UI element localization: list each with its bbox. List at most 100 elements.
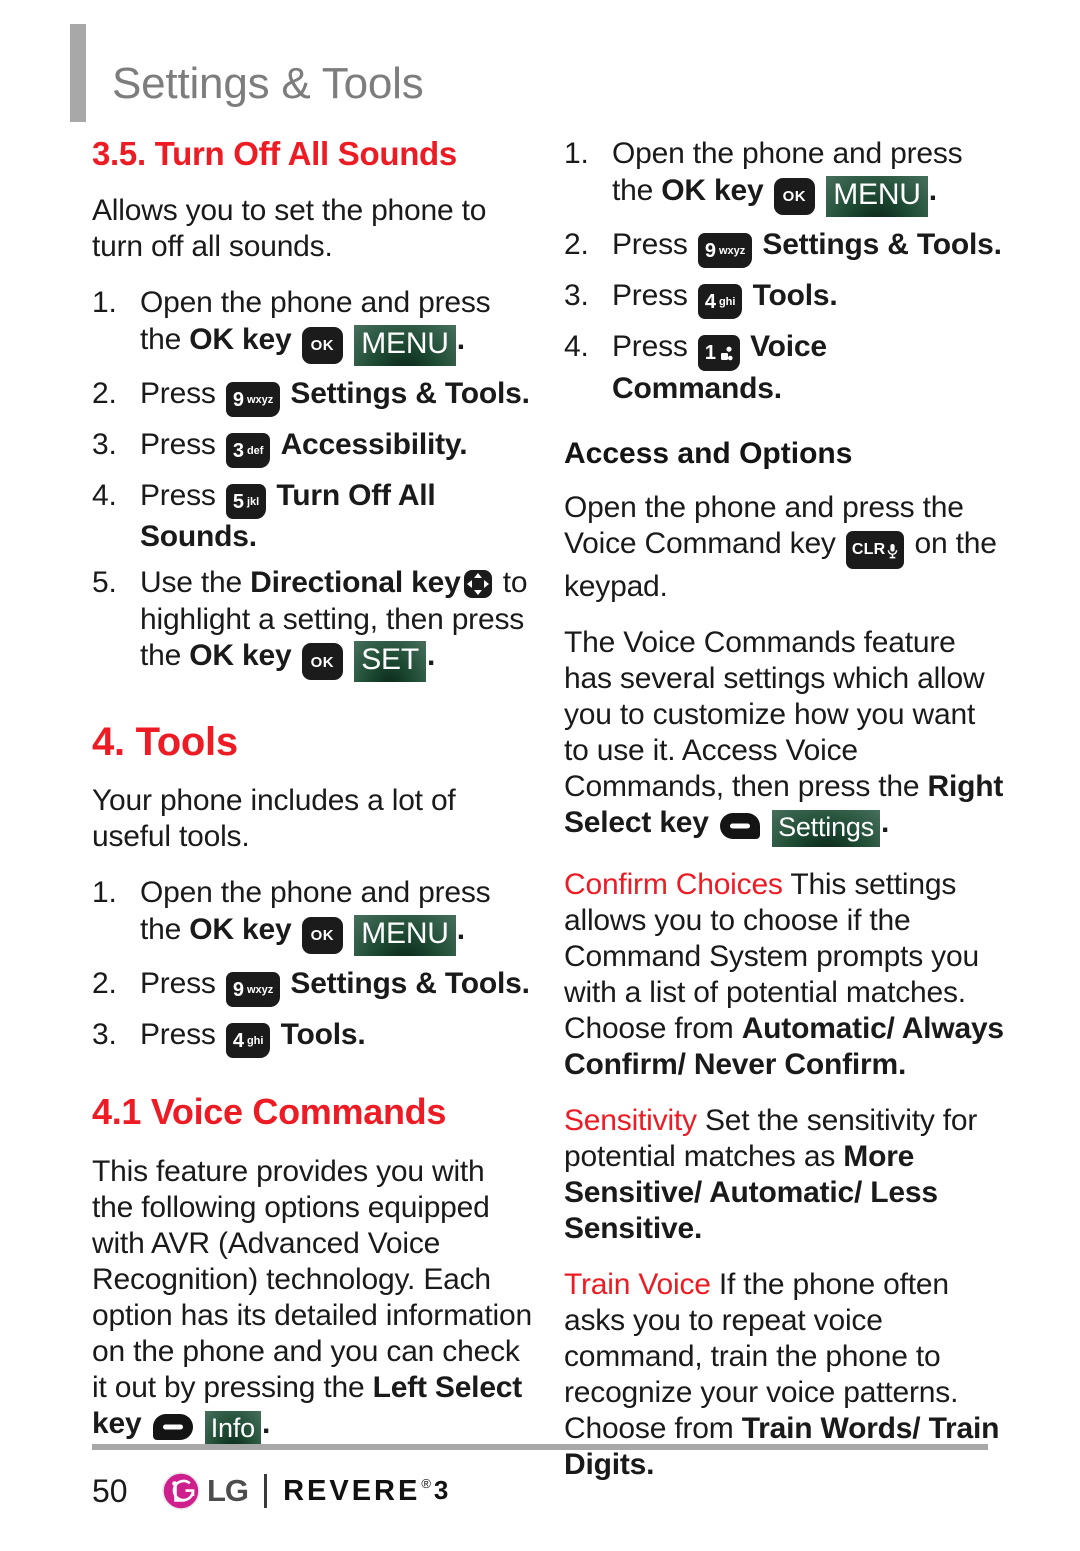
step-bold: OK key (189, 322, 292, 356)
step-period: . (426, 639, 436, 673)
model-name: REVERE (283, 1474, 421, 1507)
intro-tools: Your phone includes a lot of useful tool… (92, 784, 456, 854)
steps-tools: 1. Open the phone and press the OK key OK… (92, 875, 532, 1058)
step-period: . (459, 427, 468, 461)
step-text: Press (612, 227, 696, 261)
list-item: 3. Press 3 def Accessibility. (92, 427, 532, 468)
ok-key-icon: OK (301, 326, 344, 364)
list-item: 5. Use the Directional key to highlight a… (92, 565, 532, 683)
step-number: 4. (564, 329, 589, 363)
steps-turn-off-all-sounds: 1. Open the phone and press the OK key OK… (92, 285, 532, 683)
footer-divider (92, 1444, 988, 1450)
page-header: Settings & Tools (70, 24, 424, 122)
list-item: 1. Open the phone and press the OK key OK… (92, 285, 532, 366)
heading-turn-off-all-sounds: 3.5. Turn Off All Sounds (92, 135, 457, 172)
step-number: 3. (92, 427, 117, 461)
step-period: . (456, 322, 465, 356)
brand-lockup: LG REVERE ® 3 (162, 1472, 448, 1510)
list-item: 2. Press 9 wxyz Settings & Tools. (564, 227, 1004, 268)
right-column: 1. Open the phone and press the OK key OK… (564, 136, 1004, 1503)
menu-badge: MENU (826, 175, 928, 217)
voicemail-glyph (720, 338, 733, 368)
step-text: Press (140, 966, 224, 1000)
option-period: . (693, 1211, 703, 1245)
option-term: Train Voice (564, 1267, 711, 1301)
step-number: 1. (564, 137, 589, 170)
menu-badge: MENU (354, 914, 456, 956)
step-text: Press (140, 1017, 224, 1051)
list-item: 1. Open the phone and press the OK key OK… (92, 875, 532, 956)
list-item: 3. Press 4 ghi Tools. (92, 1017, 532, 1058)
keypad-5-icon: 5 jkl (225, 483, 267, 519)
list-item: 4. Press 1 Voice Commands. (564, 329, 1004, 408)
step-number: 3. (564, 278, 589, 312)
step-text: Press (612, 278, 696, 312)
step-number: 4. (92, 478, 117, 512)
paragraph-period: . (262, 1407, 271, 1441)
set-badge: SET (354, 641, 426, 683)
step-period: . (357, 1017, 366, 1051)
paragraph-text-pre: The Voice Commands feature has several s… (564, 625, 985, 803)
step-number: 1. (92, 876, 117, 910)
option-period: . (897, 1047, 907, 1081)
footer-row: 50 LG REVERE ® 3 (92, 1472, 988, 1510)
option-term: Sensitivity (564, 1103, 697, 1137)
step-period: . (829, 278, 838, 312)
step-period: . (456, 912, 465, 946)
manual-page: Settings & Tools 3.5. Turn Off All Sound… (0, 0, 1080, 1551)
directional-key-icon (463, 570, 492, 599)
step-text: Press (140, 427, 224, 461)
ok-key-icon: OK (301, 916, 344, 954)
step-bold: Settings & Tools (290, 966, 522, 1000)
ok-key-icon: OK (773, 177, 816, 215)
paragraph-period: . (881, 805, 890, 839)
step-bold: Settings & Tools (762, 227, 994, 261)
keypad-9-icon: 9 wxyz (697, 232, 753, 268)
list-item: 2. Press 9 wxyz Settings & Tools. (92, 966, 532, 1007)
clr-voice-command-key-icon: CLR (845, 530, 905, 569)
keypad-9-icon: 9 wxyz (225, 971, 281, 1007)
step-bold: Directional key (250, 566, 461, 600)
lg-wordmark: LG (207, 1473, 249, 1508)
model-version: 3 (433, 1474, 449, 1505)
step-period: . (993, 227, 1002, 261)
settings-badge: Settings (772, 809, 881, 847)
microphone-icon (887, 535, 898, 565)
step-period: . (521, 376, 530, 410)
keypad-4-icon: 4 ghi (697, 283, 743, 319)
keypad-9-icon: 9 wxyz (225, 381, 281, 417)
two-column-body: 3.5. Turn Off All Sounds Allows you to s… (0, 135, 1080, 1503)
step-bold: Settings & Tools (290, 376, 522, 410)
option-term: Confirm Choices (564, 867, 783, 901)
left-select-key-icon (152, 1414, 193, 1441)
list-item: 1. Open the phone and press the OK key OK… (564, 136, 1004, 217)
header-accent-bar (70, 24, 86, 122)
step-text: Press (140, 478, 224, 512)
step-bold: OK key (661, 173, 764, 207)
paragraph-settings-access: The Voice Commands feature has several s… (564, 625, 1004, 847)
paragraph-text: This feature provides you with the follo… (92, 1155, 532, 1405)
registered-mark: ® (421, 1475, 431, 1491)
page-footer: 50 LG REVERE ® 3 (92, 1444, 988, 1510)
step-text: Press (612, 329, 696, 363)
keypad-3-icon: 3 def (225, 432, 271, 468)
heading-access-and-options: Access and Options (564, 437, 853, 471)
step-bold: Tools (752, 278, 830, 312)
option-confirm-choices: Confirm Choices This settings allows you… (564, 867, 1004, 1083)
keypad-1-icon: 1 (697, 334, 740, 371)
list-item: 3. Press 4 ghi Tools. (564, 278, 1004, 319)
ok-key-icon: OK (301, 643, 344, 681)
step-period: . (248, 519, 257, 553)
heading-tools: 4. Tools (92, 720, 238, 765)
step-number: 2. (92, 376, 117, 410)
step-number: 1. (92, 285, 117, 319)
list-item: 4. Press 5 jkl Turn Off All Sounds. (92, 478, 532, 556)
step-bold: Tools (280, 1017, 358, 1051)
page-title: Settings & Tools (112, 59, 424, 108)
step-number: 5. (92, 566, 117, 600)
heading-voice-commands: 4.1 Voice Commands (92, 1090, 447, 1132)
step-text: Use the (140, 566, 251, 600)
step-number: 3. (92, 1017, 117, 1051)
list-item: 2. Press 9 wxyz Settings & Tools. (92, 376, 532, 417)
step-bold: OK key (189, 912, 292, 946)
